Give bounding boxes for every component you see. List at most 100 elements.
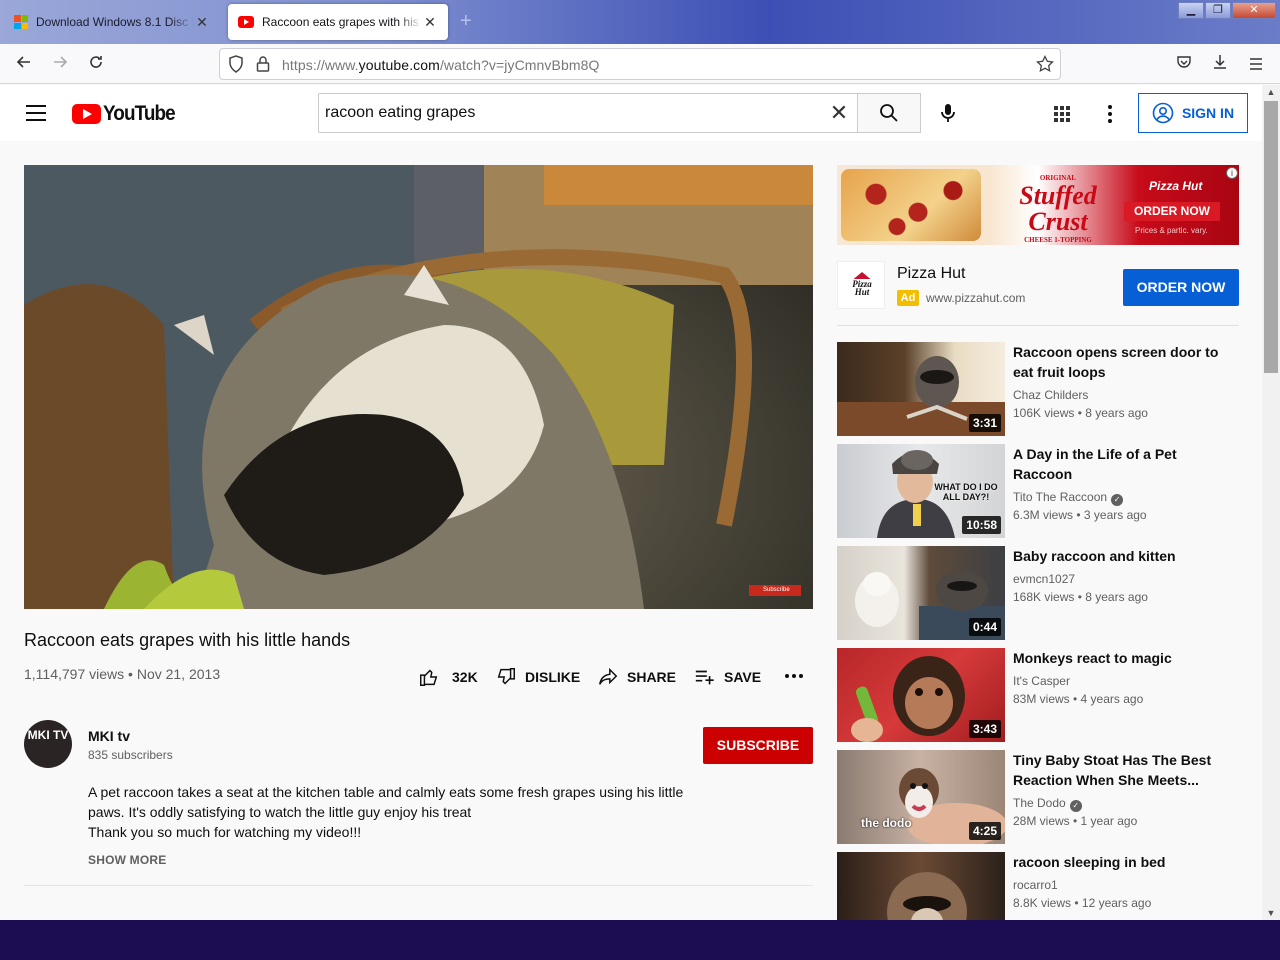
search-input[interactable]	[319, 94, 859, 132]
account-icon	[1152, 102, 1174, 124]
duration-badge: 10:58	[962, 516, 1001, 534]
duration-badge: 4:25	[968, 822, 1001, 840]
pocket-icon[interactable]	[1172, 52, 1196, 76]
video-thumbnail[interactable]: the dodo 4:25	[837, 750, 1005, 844]
hamburger-icon[interactable]	[26, 105, 46, 121]
search-box: ✕	[318, 93, 921, 133]
show-more-button[interactable]: SHOW MORE	[88, 853, 166, 867]
description-line: paws. It's oddly satisfying to watch the…	[88, 804, 472, 820]
related-video-meta: 8.8K views • 12 years ago	[1013, 896, 1152, 910]
reload-icon[interactable]	[84, 52, 108, 76]
url-text: https://www.youtube.com/watch?v=jyCmnvBb…	[282, 57, 600, 73]
related-video-title[interactable]: Monkeys react to magic	[1013, 648, 1229, 668]
duration-badge: 3:31	[968, 414, 1001, 432]
logo-text: YouTube	[103, 102, 176, 125]
like-count: 32K	[452, 669, 478, 685]
subscribe-button[interactable]: SUBSCRIBE	[703, 727, 813, 764]
tab-windows-download[interactable]: Download Windows 8.1 Disc Image ✕	[4, 4, 220, 40]
related-video-meta: 106K views • 8 years ago	[1013, 406, 1148, 420]
related-video-item[interactable]: 3:31 Raccoon opens screen door to eat fr…	[837, 342, 1239, 436]
youtube-favicon-icon	[238, 16, 254, 28]
video-player[interactable]: Subscribe	[24, 165, 813, 609]
sign-in-button[interactable]: SIGN IN	[1138, 93, 1248, 133]
dislike-button[interactable]: DISLIKE	[495, 666, 580, 688]
video-thumbnail[interactable]	[837, 852, 1005, 920]
related-video-title[interactable]: A Day in the Life of a Pet Raccoon	[1013, 444, 1229, 484]
related-video-title[interactable]: Tiny Baby Stoat Has The Best Reaction Wh…	[1013, 750, 1229, 790]
like-button[interactable]: 32K	[418, 666, 478, 688]
new-tab-button[interactable]: +	[460, 10, 472, 33]
url-bar[interactable]: https://www.youtube.com/watch?v=jyCmnvBb…	[219, 48, 1061, 80]
avatar[interactable]: MKI TV	[24, 720, 72, 768]
related-video-item[interactable]: the dodo 4:25 Tiny Baby Stoat Has The Be…	[837, 750, 1239, 844]
forward-arrow-icon[interactable]	[48, 52, 72, 76]
advertiser-logo[interactable]: Pizza Hut	[837, 261, 885, 309]
info-icon[interactable]: i	[1226, 167, 1238, 179]
share-label: SHARE	[627, 669, 677, 685]
channel-name[interactable]: MKI tv	[88, 728, 130, 744]
related-video-title[interactable]: Raccoon opens screen door to eat fruit l…	[1013, 342, 1229, 382]
ad-headline: ORIGINAL Stuffed Crust CHEESE 1-TOPPING	[1019, 174, 1097, 244]
tab-youtube-video[interactable]: Raccoon eats grapes with his little hand…	[228, 4, 448, 40]
related-video-meta: 6.3M views • 3 years ago	[1013, 508, 1147, 522]
video-title: Raccoon eats grapes with his little hand…	[24, 630, 351, 650]
hamburger-icon[interactable]	[1244, 52, 1268, 76]
dislike-label: DISLIKE	[525, 669, 581, 685]
subscribe-watermark[interactable]: Subscribe	[749, 585, 801, 596]
star-icon[interactable]	[1036, 54, 1054, 77]
related-video-item[interactable]: WHAT DO I DO ALL DAY?! 10:58 A Day in th…	[837, 444, 1239, 538]
video-thumbnail[interactable]: WHAT DO I DO ALL DAY?! 10:58	[837, 444, 1005, 538]
duration-badge: 0:44	[968, 618, 1001, 636]
search-button[interactable]	[857, 93, 921, 133]
scroll-down-arrow-icon[interactable]: ▼	[1262, 906, 1280, 920]
mic-icon[interactable]	[936, 101, 960, 130]
back-arrow-icon[interactable]	[12, 52, 36, 76]
apps-grid-icon[interactable]	[1054, 106, 1070, 122]
related-video-item[interactable]: 0:44 Baby raccoon and kitten evmcn1027 1…	[837, 546, 1239, 640]
video-thumbnail[interactable]: 3:31	[837, 342, 1005, 436]
lock-icon[interactable]	[256, 55, 270, 77]
more-vert-icon[interactable]	[1108, 105, 1112, 126]
share-button[interactable]: SHARE	[597, 666, 676, 688]
related-video-meta: 168K views • 8 years ago	[1013, 590, 1148, 604]
related-channel-name: It's Casper	[1013, 674, 1070, 688]
maximize-button[interactable]: ❐	[1205, 2, 1231, 19]
scrollbar-thumb[interactable]	[1264, 101, 1278, 373]
sign-in-label: SIGN IN	[1181, 105, 1235, 121]
video-stats: 1,114,797 views • Nov 21, 2013	[24, 666, 221, 682]
related-video-item[interactable]: racoon sleeping in bed rocarro1 8.8K vie…	[837, 852, 1239, 920]
download-icon[interactable]	[1208, 52, 1232, 76]
youtube-logo[interactable]: YouTube	[72, 102, 183, 126]
save-button[interactable]: SAVE	[694, 666, 761, 688]
tab-title: Download Windows 8.1 Disc Image	[36, 15, 194, 29]
video-thumbnail[interactable]: 0:44	[837, 546, 1005, 640]
check-circle-icon: ✓	[1111, 494, 1124, 506]
upload-date: Nov 21, 2013	[136, 666, 221, 682]
shield-icon[interactable]	[228, 55, 244, 77]
close-icon[interactable]: ✕	[422, 14, 438, 31]
search-icon	[880, 104, 898, 122]
divider	[837, 325, 1239, 326]
related-video-title[interactable]: Baby raccoon and kitten	[1013, 546, 1229, 566]
more-horiz-icon[interactable]	[784, 666, 804, 686]
window-close-button[interactable]: ✕	[1232, 2, 1276, 19]
minimize-button[interactable]: ▁	[1178, 2, 1204, 19]
thumbnail-caption: WHAT DO I DO ALL DAY?!	[934, 482, 998, 502]
close-icon[interactable]: ✕	[194, 14, 210, 31]
related-video-title[interactable]: racoon sleeping in bed	[1013, 852, 1229, 872]
related-video-item[interactable]: 3:43 Monkeys react to magic It's Casper …	[837, 648, 1239, 742]
description-line: A pet raccoon takes a seat at the kitche…	[88, 784, 684, 800]
playlist-add-icon	[695, 670, 714, 685]
related-channel-name: The Dodo ✓	[1013, 794, 1082, 812]
video-thumbnail[interactable]: 3:43	[837, 648, 1005, 742]
share-icon	[599, 667, 618, 685]
thumb-up-icon	[420, 669, 438, 686]
related-channel-name: evmcn1027	[1013, 572, 1076, 586]
close-icon[interactable]: ✕	[827, 101, 851, 125]
page-scrollbar[interactable]: ▲ ▼	[1262, 85, 1280, 920]
related-channel-name: Tito The Raccoon ✓	[1013, 488, 1124, 506]
order-now-button[interactable]: ORDER NOW	[1123, 269, 1239, 306]
advertiser-name[interactable]: Pizza Hut	[897, 265, 965, 283]
scroll-up-arrow-icon[interactable]: ▲	[1262, 85, 1280, 99]
ad-banner-image[interactable]: ORIGINAL Stuffed Crust CHEESE 1-TOPPING …	[837, 165, 1239, 245]
